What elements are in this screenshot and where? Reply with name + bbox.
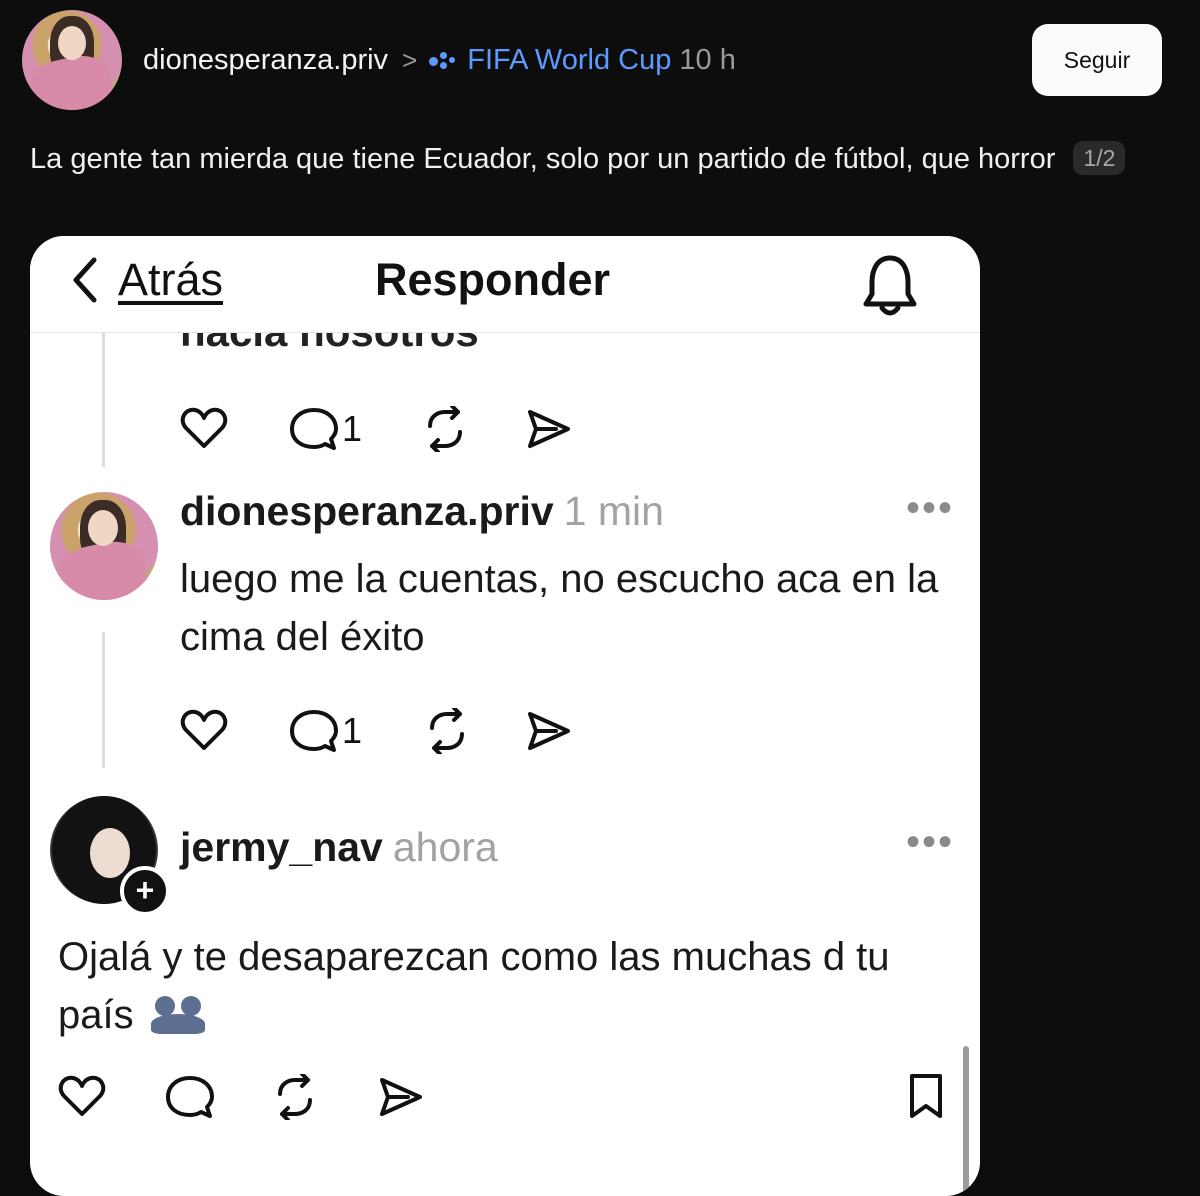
repost-button bbox=[422, 708, 472, 754]
bookmark-button bbox=[906, 1072, 946, 1120]
share-button bbox=[526, 710, 572, 752]
heart-icon bbox=[58, 1075, 106, 1116]
repost-icon bbox=[278, 1074, 312, 1120]
reply1-more-icon: ••• bbox=[906, 486, 955, 530]
author-avatar[interactable] bbox=[22, 10, 122, 110]
reply1-header: dionesperanza.priv 1 min bbox=[180, 488, 664, 535]
reply1-avatar bbox=[50, 492, 158, 600]
separator-chevron-icon: > bbox=[402, 44, 418, 75]
comment-icon bbox=[290, 710, 338, 752]
reply-button: 1 bbox=[288, 406, 362, 452]
thread-line bbox=[102, 632, 105, 768]
bookmark-icon bbox=[910, 1074, 942, 1118]
reply1-text: luego me la cuentas, no escucho aca en l… bbox=[180, 557, 939, 659]
attached-screenshot[interactable]: Atrás Responder hacia nosotros 1 dionesp… bbox=[30, 236, 980, 1196]
reply-button bbox=[164, 1074, 216, 1120]
author-username[interactable]: dionesperanza.priv bbox=[143, 44, 388, 77]
image-counter: 1/2 bbox=[1073, 141, 1126, 175]
post-caption: La gente tan mierda que tiene Ecuador, s… bbox=[30, 138, 1130, 180]
reply-button: 1 bbox=[288, 708, 362, 754]
share-icon bbox=[380, 1078, 422, 1116]
reply2-more-icon: ••• bbox=[906, 820, 955, 864]
repost-button bbox=[420, 406, 470, 452]
community-icon bbox=[429, 49, 459, 71]
follow-plus-badge: + bbox=[120, 866, 170, 916]
bell-icon bbox=[863, 255, 917, 316]
like-button bbox=[180, 406, 228, 450]
post-header: dionesperanza.priv > FIFA World Cup 10 h bbox=[143, 40, 736, 80]
like-button bbox=[180, 708, 228, 752]
scrollbar bbox=[963, 1046, 969, 1196]
back-chevron-icon bbox=[70, 256, 100, 316]
reply2-text-block: Ojalá y te desaparezcan como las muchas … bbox=[58, 928, 958, 1044]
thread-line bbox=[102, 332, 105, 467]
share-icon bbox=[528, 712, 570, 750]
repost-icon bbox=[430, 708, 464, 754]
follow-button[interactable]: Seguir bbox=[1032, 24, 1162, 96]
reply-count: 1 bbox=[342, 408, 363, 449]
reply1-time: 1 min bbox=[563, 488, 664, 534]
repost-button bbox=[270, 1074, 320, 1120]
like-button bbox=[58, 1074, 106, 1118]
community-name: FIFA World Cup bbox=[467, 43, 672, 76]
screenshot-nav-bar: Atrás Responder bbox=[30, 236, 980, 333]
reply2-username: jermy_nav bbox=[180, 824, 383, 870]
repost-icon bbox=[428, 406, 462, 452]
share-icon bbox=[528, 410, 570, 448]
back-link: Atrás bbox=[118, 254, 224, 305]
post-time: 10 h bbox=[679, 43, 736, 76]
comment-icon bbox=[166, 1076, 214, 1118]
caption-text: La gente tan mierda que tiene Ecuador, s… bbox=[30, 143, 1056, 175]
share-button bbox=[378, 1076, 424, 1118]
reply1-username: dionesperanza.priv bbox=[180, 488, 554, 534]
people-emoji-icon bbox=[150, 994, 207, 1034]
share-button bbox=[526, 408, 572, 450]
heart-icon bbox=[180, 407, 228, 448]
comment-icon bbox=[290, 408, 338, 450]
reply-count: 1 bbox=[342, 710, 363, 751]
screenshot-title: Responder bbox=[375, 254, 611, 305]
reply2-time: ahora bbox=[392, 824, 498, 870]
heart-icon bbox=[180, 709, 228, 750]
community-link[interactable]: FIFA World Cup bbox=[429, 44, 671, 77]
reply2-header: jermy_nav ahora bbox=[180, 824, 498, 871]
